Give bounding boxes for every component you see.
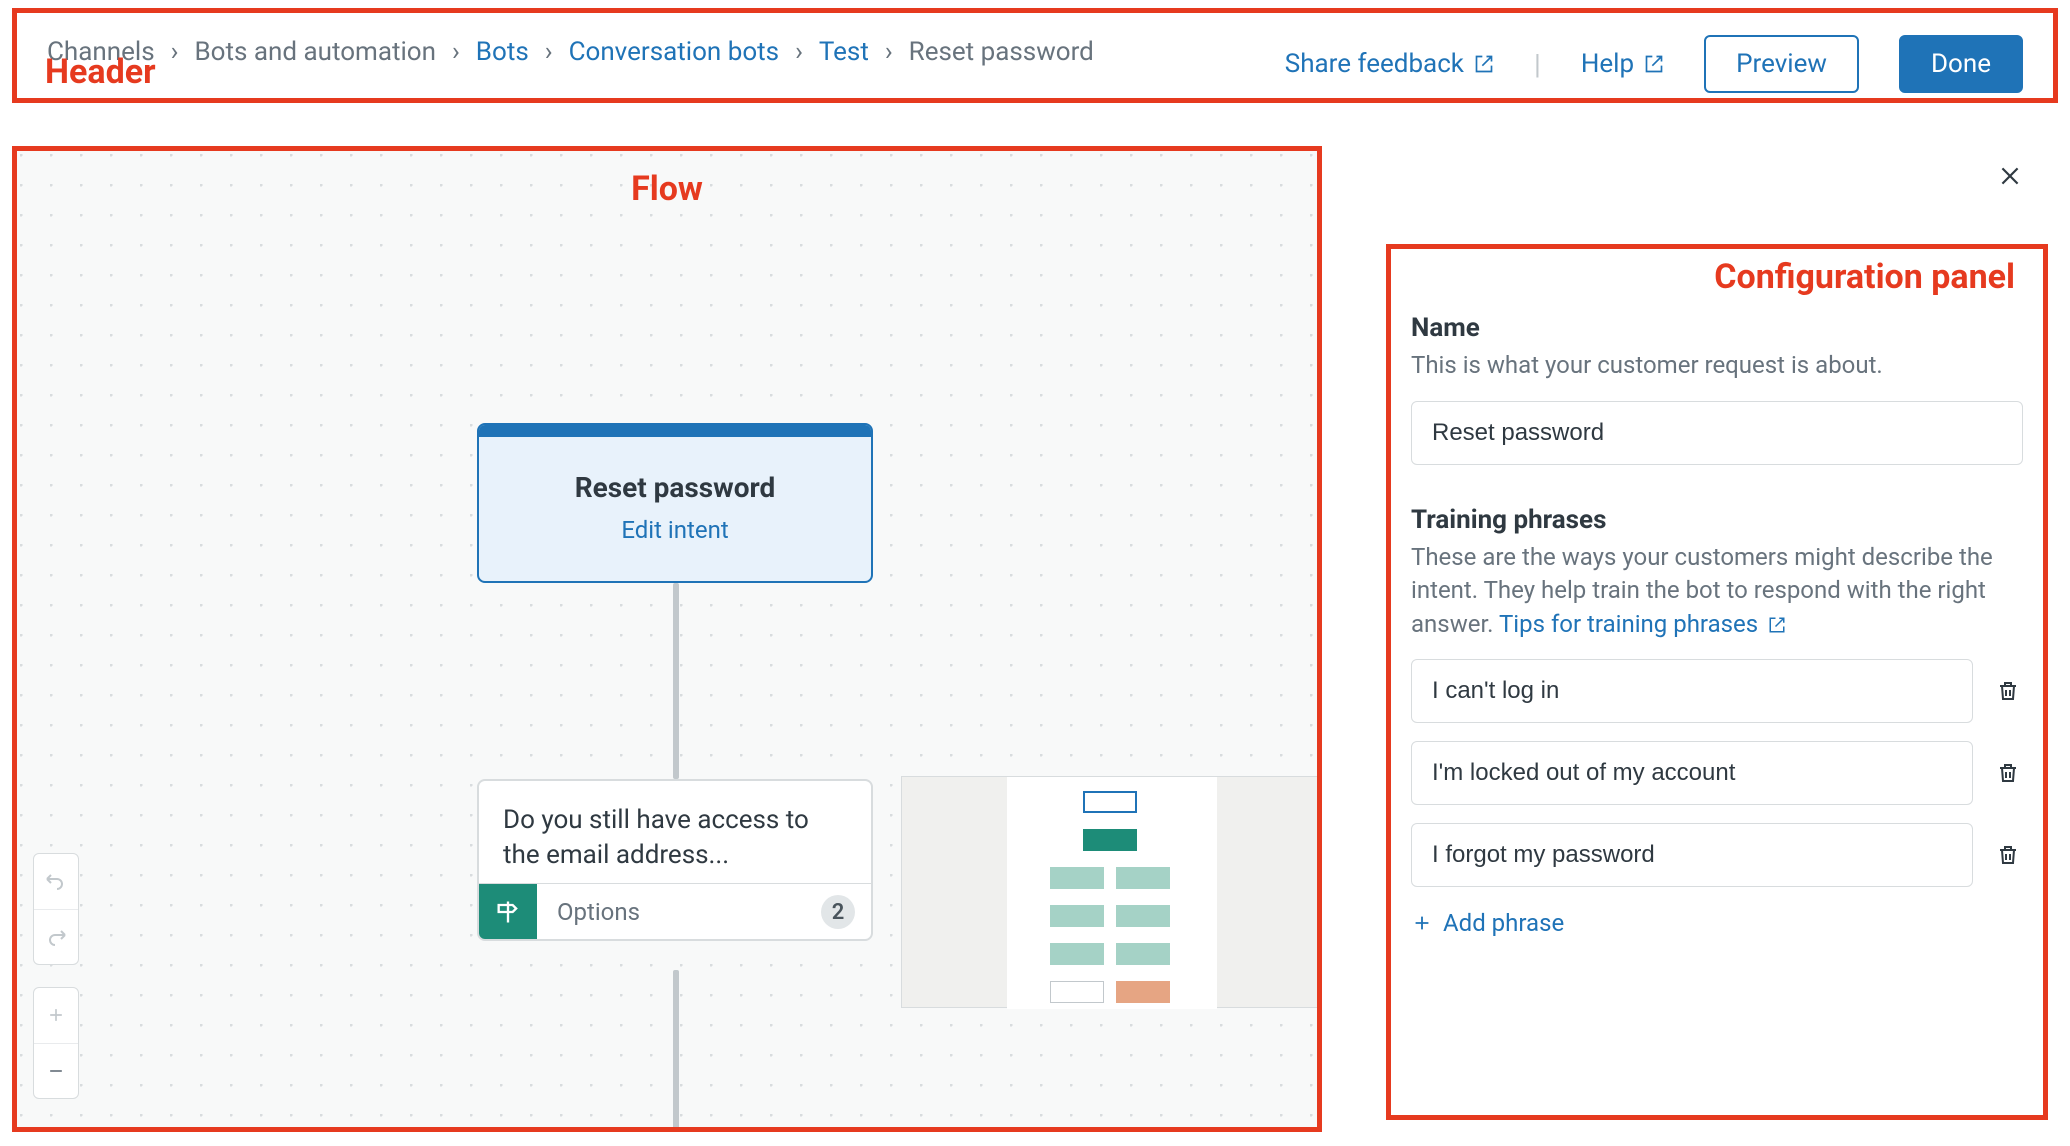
- minimap-row: [1050, 981, 1170, 1003]
- training-section-title: Training phrases: [1411, 505, 2023, 535]
- plus-icon: [1411, 912, 1433, 934]
- connector: [673, 970, 679, 1130]
- annotation-flow: Flow: [631, 169, 703, 209]
- message-text: Do you still have access to the email ad…: [479, 781, 871, 883]
- undo-icon: [44, 869, 68, 893]
- tips-link[interactable]: Tips for training phrases: [1499, 610, 1786, 638]
- done-button-label: Done: [1931, 49, 1991, 79]
- connector-branch: [427, 1129, 1097, 1132]
- connector: [673, 583, 679, 779]
- header: Channels › Bots and automation › Bots › …: [12, 8, 2058, 103]
- edit-intent-link[interactable]: Edit intent: [621, 516, 728, 544]
- delete-phrase-button[interactable]: [1993, 758, 2023, 788]
- close-icon: [1997, 163, 2023, 189]
- preview-button-label: Preview: [1736, 49, 1827, 79]
- help-link[interactable]: Help: [1581, 49, 1664, 79]
- history-toolbar: [33, 853, 79, 965]
- minimap[interactable]: [901, 776, 1319, 1008]
- chevron-right-icon: ›: [452, 37, 460, 67]
- name-input[interactable]: [1411, 401, 2023, 465]
- undo-button[interactable]: [33, 854, 79, 909]
- phrase-input[interactable]: [1411, 823, 1973, 887]
- redo-button[interactable]: [33, 909, 79, 964]
- annotation-header: Header: [45, 52, 156, 92]
- minus-icon: [46, 1061, 66, 1081]
- breadcrumb-current: Reset password: [909, 37, 1094, 67]
- header-actions: Share feedback | Help Preview Done: [1285, 35, 2023, 93]
- name-section-title: Name: [1411, 313, 2023, 343]
- add-phrase-label: Add phrase: [1443, 909, 1564, 937]
- done-button[interactable]: Done: [1899, 35, 2023, 93]
- chevron-right-icon: ›: [171, 37, 179, 67]
- intent-title: Reset password: [575, 471, 776, 504]
- breadcrumb: Channels › Bots and automation › Bots › …: [47, 37, 1094, 67]
- minimap-node: [1083, 829, 1137, 851]
- name-section-desc: This is what your customer request is ab…: [1411, 349, 2023, 383]
- trash-icon: [1996, 843, 2020, 867]
- intent-card[interactable]: Reset password Edit intent: [477, 423, 873, 583]
- breadcrumb-conversation-bots[interactable]: Conversation bots: [569, 37, 780, 67]
- tips-link-label: Tips for training phrases: [1499, 610, 1758, 638]
- breadcrumb-bots-automation[interactable]: Bots and automation: [194, 37, 436, 67]
- external-link-icon: [1474, 54, 1494, 74]
- external-link-icon: [1644, 54, 1664, 74]
- divider: |: [1534, 48, 1541, 81]
- close-panel-button[interactable]: [1994, 160, 2026, 192]
- delete-phrase-button[interactable]: [1993, 676, 2023, 706]
- trash-icon: [1996, 679, 2020, 703]
- zoom-toolbar: [33, 987, 79, 1099]
- chevron-right-icon: ›: [795, 37, 803, 67]
- phrase-input[interactable]: [1411, 659, 1973, 723]
- annotation-config: Configuration panel: [1714, 257, 2015, 297]
- minimap-node: [1083, 791, 1137, 813]
- external-link-icon: [1768, 616, 1786, 634]
- help-label: Help: [1581, 49, 1634, 79]
- minimap-row: [1050, 867, 1170, 889]
- phrase-input[interactable]: [1411, 741, 1973, 805]
- plus-icon: [46, 1005, 66, 1025]
- breadcrumb-bots[interactable]: Bots: [476, 37, 529, 67]
- signpost-icon: [479, 884, 537, 940]
- preview-button[interactable]: Preview: [1704, 35, 1859, 93]
- zoom-in-button[interactable]: [33, 988, 79, 1043]
- intent-card-accent: [479, 425, 871, 437]
- breadcrumb-test[interactable]: Test: [819, 37, 869, 67]
- training-section-desc: These are the ways your customers might …: [1411, 541, 2023, 642]
- minimap-row: [1050, 943, 1170, 965]
- message-card[interactable]: Do you still have access to the email ad…: [477, 779, 873, 941]
- minimap-row: [1050, 905, 1170, 927]
- configuration-panel: Configuration panel Name This is what yo…: [1386, 244, 2048, 1120]
- options-count: 2: [821, 895, 855, 929]
- share-feedback-link[interactable]: Share feedback: [1285, 49, 1494, 79]
- redo-icon: [44, 925, 68, 949]
- phrase-row: [1411, 659, 2023, 723]
- delete-phrase-button[interactable]: [1993, 840, 2023, 870]
- phrase-row: [1411, 741, 2023, 805]
- chevron-right-icon: ›: [545, 37, 553, 67]
- options-label: Options: [537, 898, 640, 926]
- chevron-right-icon: ›: [885, 37, 893, 67]
- trash-icon: [1996, 761, 2020, 785]
- add-phrase-button[interactable]: Add phrase: [1411, 909, 1564, 937]
- phrase-row: [1411, 823, 2023, 887]
- share-feedback-label: Share feedback: [1285, 49, 1464, 79]
- zoom-out-button[interactable]: [33, 1043, 79, 1098]
- flow-canvas[interactable]: Flow Reset password Edit intent Do you s…: [12, 146, 1322, 1132]
- message-footer: Options 2: [479, 883, 871, 939]
